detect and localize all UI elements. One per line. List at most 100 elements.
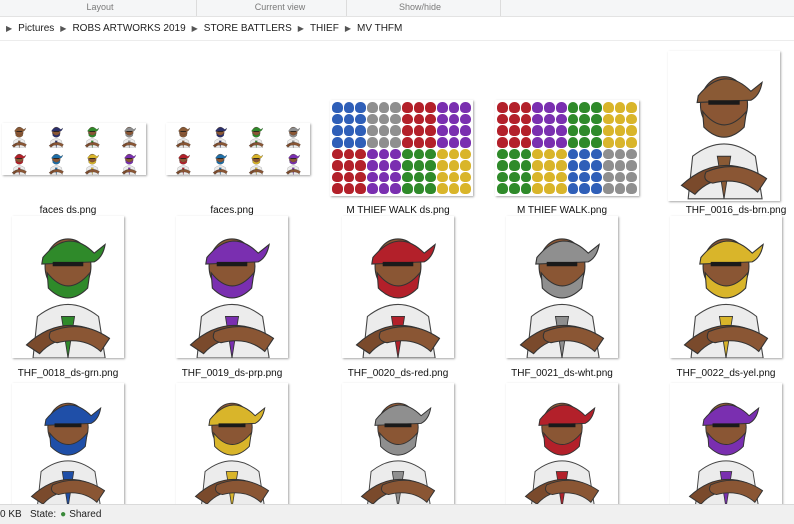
file-tile[interactable]: M THIEF WALK.png: [494, 51, 639, 221]
sprite-cell: [614, 183, 626, 194]
sprite-cell: [425, 148, 436, 160]
breadcrumb-robs-artworks[interactable]: ROBS ARTWORKS 2019: [72, 23, 185, 34]
face-tile: [75, 150, 110, 175]
sprite-cell: [497, 113, 508, 125]
sprite-cell: [332, 148, 343, 160]
breadcrumb-thief[interactable]: THIEF: [310, 23, 339, 34]
sprite-cell: [448, 148, 460, 160]
sprite-cell: [402, 183, 413, 194]
sprite-cell: [425, 136, 436, 148]
face-tile: [75, 123, 110, 148]
breadcrumb-pictures[interactable]: Pictures: [18, 23, 54, 34]
sprite-cell: [497, 125, 508, 136]
sprite-cell: [448, 136, 460, 148]
sprite-cell: [626, 113, 637, 125]
sprite-cell: [460, 113, 471, 125]
sprite-cell: [626, 183, 637, 194]
sprite-cell: [367, 183, 378, 194]
sprite-cell: [378, 183, 390, 194]
file-tile[interactable]: THF_0018_ds-grn.png: [0, 216, 136, 386]
sprite-cell: [460, 148, 471, 160]
image-thumbnail: [342, 383, 454, 504]
file-tile[interactable]: THF_0022_ds-yel.png: [658, 216, 794, 386]
file-tile[interactable]: [0, 383, 136, 504]
file-tile[interactable]: THF_0021_ds-wht.png: [494, 216, 630, 386]
chevron-right-icon[interactable]: ▶: [192, 24, 198, 33]
sprite-cell: [626, 136, 637, 148]
sprite-cell: [332, 171, 343, 183]
file-tile[interactable]: THF_0020_ds-red.png: [330, 216, 466, 386]
sprite-cell: [520, 183, 532, 194]
sprite-cell: [567, 183, 579, 194]
file-tile[interactable]: [164, 383, 300, 504]
chevron-right-icon[interactable]: ▶: [60, 24, 66, 33]
sprite-cell: [520, 136, 532, 148]
sprite-cell: [402, 102, 413, 113]
sprite-cell: [555, 171, 567, 183]
sprite-cell: [544, 125, 555, 136]
face-tile: [166, 123, 201, 148]
sprite-cell: [579, 102, 590, 113]
sprite-cell: [378, 113, 390, 125]
image-thumbnail: [176, 216, 288, 358]
ribbon-group-show-hide[interactable]: Show/hide: [380, 2, 460, 12]
sprite-cell: [390, 125, 401, 136]
sprite-cell: [355, 102, 366, 113]
sprite-cell: [390, 160, 401, 171]
address-bar[interactable]: ▶ Pictures ▶ ROBS ARTWORKS 2019 ▶ STORE …: [0, 18, 794, 41]
sprite-cell: [602, 136, 614, 148]
ribbon-divider: [196, 0, 197, 16]
sprite-cell: [367, 102, 378, 113]
sprite-cell: [532, 102, 543, 113]
sprite-cell: [378, 125, 390, 136]
sprite-cell: [402, 125, 413, 136]
sprite-cell: [343, 136, 355, 148]
image-thumbnail: [12, 216, 124, 358]
file-tile[interactable]: M THIEF WALK ds.png: [330, 51, 473, 221]
file-tile[interactable]: faces.png: [164, 51, 310, 221]
faces-thumbnail: [2, 123, 146, 175]
sprite-cell: [626, 102, 637, 113]
sprite-cell: [508, 148, 520, 160]
ribbon-group-layout[interactable]: Layout: [60, 2, 140, 12]
breadcrumb-store-battlers[interactable]: STORE BATTLERS: [204, 23, 292, 34]
sprite-cell: [602, 113, 614, 125]
file-tile[interactable]: [494, 383, 630, 504]
sprite-cell: [355, 171, 366, 183]
file-tile[interactable]: [658, 383, 794, 504]
file-tile[interactable]: THF_0016_ds-brn.png: [658, 51, 794, 221]
sprite-cell: [448, 183, 460, 194]
sprite-cell: [343, 160, 355, 171]
sprite-cell: [532, 113, 543, 125]
file-tile[interactable]: faces ds.png: [0, 51, 146, 221]
file-tile[interactable]: THF_0019_ds-prp.png: [164, 216, 300, 386]
sprite-cell: [579, 171, 590, 183]
sprite-cell: [425, 102, 436, 113]
sprite-cell: [591, 171, 602, 183]
sprite-cell: [343, 183, 355, 194]
image-thumbnail: [12, 383, 124, 504]
ribbon-divider: [500, 0, 501, 16]
sprite-cell: [332, 160, 343, 171]
chevron-right-icon[interactable]: ▶: [345, 24, 351, 33]
file-name: THF_0020_ds-red.png: [347, 368, 449, 379]
file-tile[interactable]: [330, 383, 466, 504]
breadcrumb-mv-thfm[interactable]: MV THFM: [357, 23, 402, 34]
file-name: faces ds.png: [39, 205, 97, 216]
sprite-cell: [390, 148, 401, 160]
chevron-right-icon[interactable]: ▶: [6, 24, 12, 33]
sprite-cell: [390, 171, 401, 183]
sprite-cell: [343, 148, 355, 160]
chevron-right-icon[interactable]: ▶: [298, 24, 304, 33]
sprite-cell: [579, 148, 590, 160]
sprite-cell: [579, 136, 590, 148]
sprite-sheet-thumbnail: [330, 100, 473, 196]
image-thumbnail: [670, 383, 782, 504]
sprite-cell: [437, 148, 448, 160]
sprite-cell: [355, 160, 366, 171]
ribbon-group-current-view[interactable]: Current view: [240, 2, 320, 12]
sprite-cell: [460, 136, 471, 148]
sprite-cell: [626, 171, 637, 183]
sprite-cell: [579, 125, 590, 136]
sprite-cell: [378, 102, 390, 113]
